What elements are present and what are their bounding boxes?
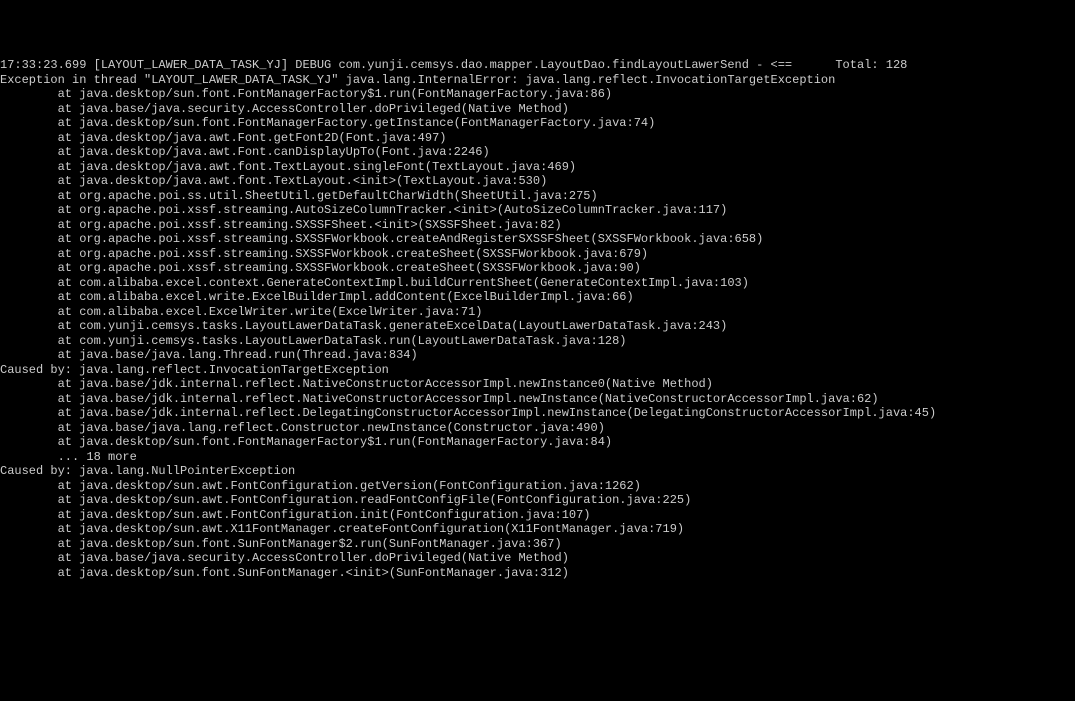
log-line: at com.alibaba.excel.ExcelWriter.write(E… (0, 305, 1075, 320)
log-line: at org.apache.poi.xssf.streaming.SXSSFWo… (0, 232, 1075, 247)
log-line: at java.base/jdk.internal.reflect.Delega… (0, 406, 1075, 421)
log-line: ... 18 more (0, 450, 1075, 465)
log-line: at java.desktop/sun.font.FontManagerFact… (0, 435, 1075, 450)
log-line: Caused by: java.lang.NullPointerExceptio… (0, 464, 1075, 479)
log-line: at com.yunji.cemsys.tasks.LayoutLawerDat… (0, 319, 1075, 334)
log-line: at com.alibaba.excel.context.GenerateCon… (0, 276, 1075, 291)
log-line: at java.desktop/java.awt.Font.getFont2D(… (0, 131, 1075, 146)
log-line: at java.desktop/sun.awt.X11FontManager.c… (0, 522, 1075, 537)
log-line: at java.base/jdk.internal.reflect.Native… (0, 392, 1075, 407)
log-line: Caused by: java.lang.reflect.InvocationT… (0, 363, 1075, 378)
log-line: at java.base/java.security.AccessControl… (0, 102, 1075, 117)
log-line: at java.base/java.lang.reflect.Construct… (0, 421, 1075, 436)
log-line: at java.desktop/sun.awt.FontConfiguratio… (0, 508, 1075, 523)
log-line: at java.desktop/java.awt.font.TextLayout… (0, 174, 1075, 189)
log-line: at org.apache.poi.xssf.streaming.SXSSFWo… (0, 247, 1075, 262)
log-line: at java.desktop/sun.awt.FontConfiguratio… (0, 479, 1075, 494)
log-line: at java.desktop/sun.font.FontManagerFact… (0, 116, 1075, 131)
log-line: at java.desktop/sun.font.SunFontManager.… (0, 566, 1075, 581)
log-line: at java.desktop/sun.awt.FontConfiguratio… (0, 493, 1075, 508)
log-line: at org.apache.poi.ss.util.SheetUtil.getD… (0, 189, 1075, 204)
log-line: at java.desktop/java.awt.Font.canDisplay… (0, 145, 1075, 160)
terminal-output[interactable]: 17:33:23.699 [LAYOUT_LAWER_DATA_TASK_YJ]… (0, 58, 1075, 628)
log-line: at org.apache.poi.xssf.streaming.SXSSFSh… (0, 218, 1075, 233)
log-line: at java.desktop/java.awt.font.TextLayout… (0, 160, 1075, 175)
log-line: at java.desktop/sun.font.FontManagerFact… (0, 87, 1075, 102)
log-line: at org.apache.poi.xssf.streaming.SXSSFWo… (0, 261, 1075, 276)
log-line: at java.desktop/sun.font.SunFontManager$… (0, 537, 1075, 552)
log-line: at java.base/java.security.AccessControl… (0, 551, 1075, 566)
log-line: at com.yunji.cemsys.tasks.LayoutLawerDat… (0, 334, 1075, 349)
log-line: at org.apache.poi.xssf.streaming.AutoSiz… (0, 203, 1075, 218)
log-line: at com.alibaba.excel.write.ExcelBuilderI… (0, 290, 1075, 305)
log-line: 17:33:23.699 [LAYOUT_LAWER_DATA_TASK_YJ]… (0, 58, 1075, 73)
log-line: at java.base/jdk.internal.reflect.Native… (0, 377, 1075, 392)
log-line: Exception in thread "LAYOUT_LAWER_DATA_T… (0, 73, 1075, 88)
log-line: at java.base/java.lang.Thread.run(Thread… (0, 348, 1075, 363)
